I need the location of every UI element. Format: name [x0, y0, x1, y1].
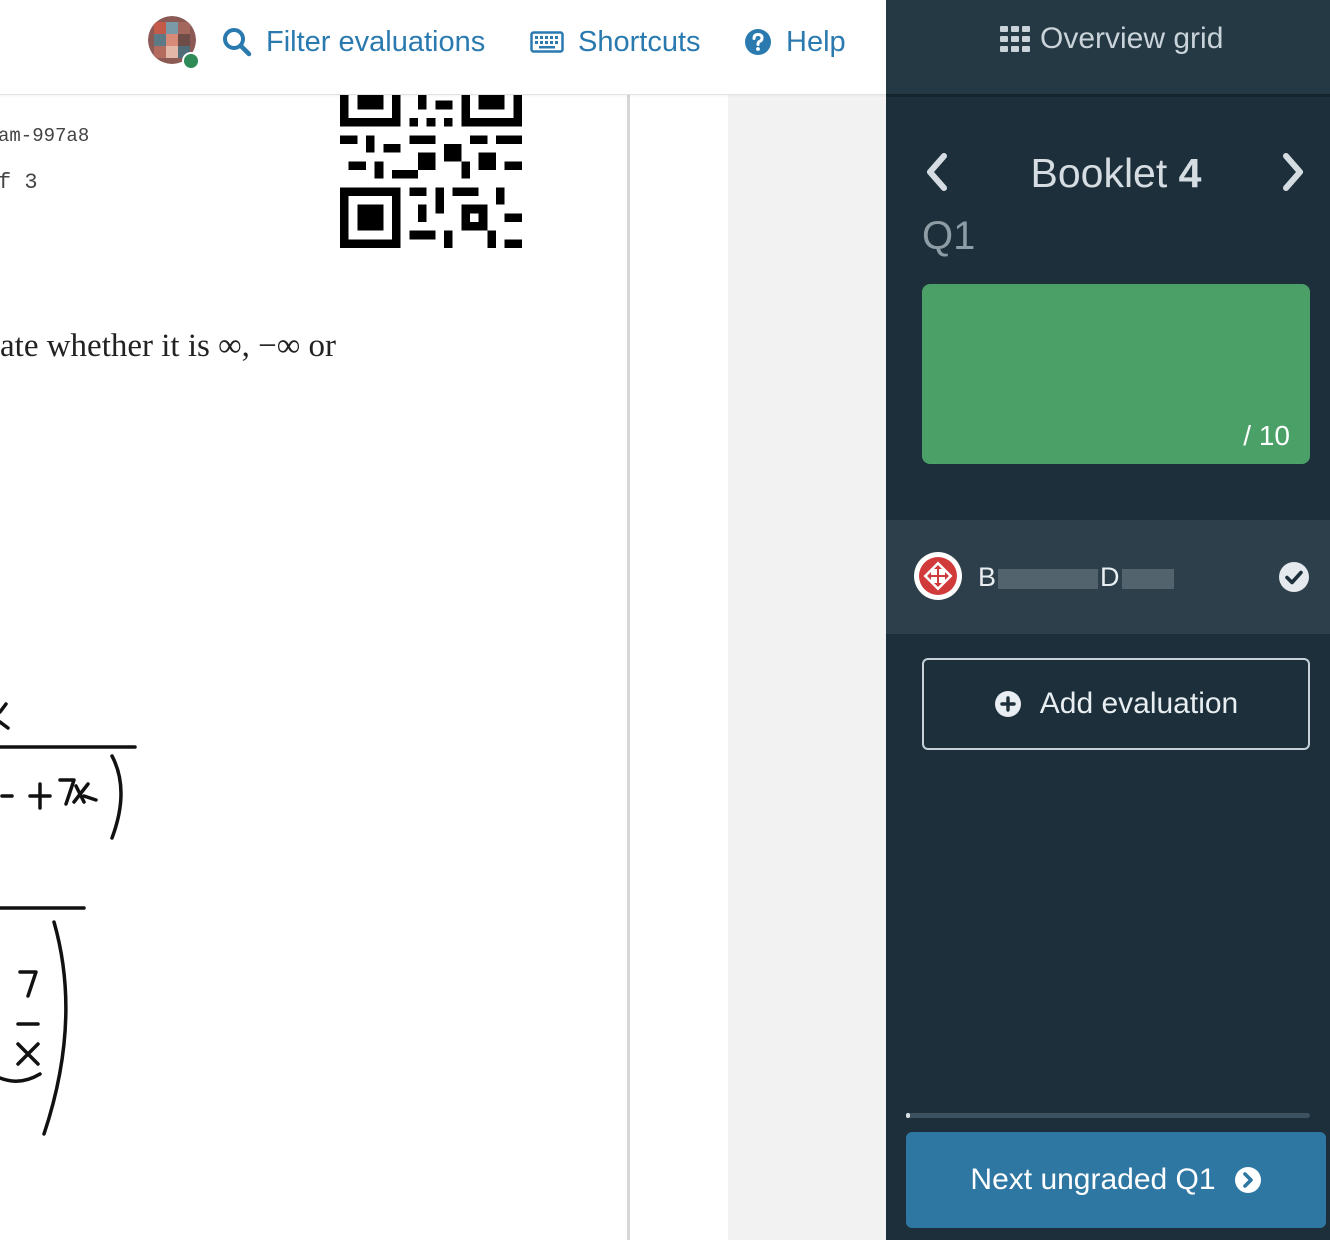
page-number: f 3 [0, 170, 38, 195]
document-viewer[interactable]: 4534-AC69-EAC12584C0D6 am-997a8 f 3 [0, 0, 886, 1240]
viewer-background [728, 95, 886, 1240]
exam-page: 4534-AC69-EAC12584C0D6 am-997a8 f 3 [0, 0, 630, 1240]
redacted-name-block [998, 568, 1099, 589]
score-input[interactable]: / 10 [922, 284, 1310, 464]
chevron-left-icon[interactable] [922, 150, 952, 194]
exam-code: am-997a8 [0, 125, 90, 147]
top-toolbar: Filter evaluations Shortcuts Help [0, 0, 886, 95]
online-status-indicator [182, 52, 200, 70]
arrow-right-circle-icon [1234, 1167, 1261, 1193]
question-label: Q1 [922, 214, 976, 258]
user-avatar[interactable] [148, 16, 200, 70]
page-gutter [630, 95, 728, 1240]
question-circle-icon [745, 29, 771, 55]
score-max: / 10 [1243, 420, 1290, 451]
redacted-name-block [1121, 568, 1174, 589]
plus-circle-icon [994, 691, 1021, 717]
filter-evaluations-label: Filter evaluations [266, 25, 486, 58]
question-text: ate whether it is ∞, −∞ or [0, 328, 336, 364]
overview-bar: Overview grid [886, 0, 1330, 97]
chevron-right-icon[interactable] [1278, 150, 1308, 194]
grid-icon [1000, 26, 1030, 52]
booklet-word: Booklet [1030, 150, 1168, 196]
evaluation-row[interactable]: BD [886, 520, 1330, 634]
booklet-title: Booklet 4 [986, 150, 1246, 197]
overview-grid-button[interactable]: Overview grid [1000, 22, 1223, 56]
grader-avatar [914, 552, 962, 600]
overview-grid-label: Overview grid [1040, 22, 1224, 55]
help-button[interactable]: Help [744, 22, 846, 62]
check-circle-icon [1279, 562, 1309, 592]
handwritten-answer [0, 702, 137, 1136]
search-icon [223, 28, 252, 57]
grading-progress-bar [906, 1113, 1310, 1118]
booklet-number: 4 [1178, 150, 1202, 196]
grader-initial-first: B [978, 562, 997, 592]
grader-name: BD [978, 562, 1174, 593]
help-label: Help [786, 25, 846, 58]
grading-progress-fill [906, 1113, 911, 1118]
add-evaluation-label: Add evaluation [1039, 687, 1239, 720]
next-ungraded-button[interactable]: Next ungraded Q1 [906, 1132, 1326, 1228]
filter-evaluations-button[interactable]: Filter evaluations [222, 22, 485, 62]
grading-sidebar: Overview grid Booklet 4 Q1 / 10 BD Add e… [886, 0, 1330, 1240]
add-evaluation-button[interactable]: Add evaluation [922, 658, 1310, 750]
shortcuts-button[interactable]: Shortcuts [530, 22, 701, 62]
shortcuts-label: Shortcuts [578, 25, 701, 58]
keyboard-icon [530, 31, 564, 53]
grader-initial-last: D [1100, 562, 1120, 592]
next-ungraded-label: Next ungraded Q1 [970, 1163, 1216, 1196]
